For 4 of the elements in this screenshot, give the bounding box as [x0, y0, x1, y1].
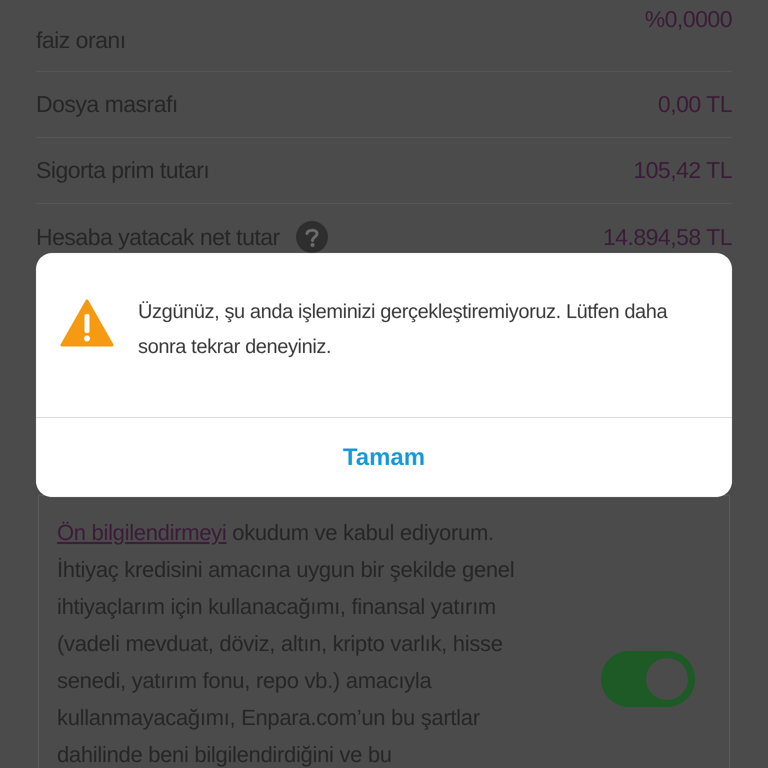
help-icon[interactable] — [296, 221, 328, 253]
error-message: Üzgünüz, şu anda işleminizi gerçekleştiremiyoruz. Lütfen daha sonra tekrar deneyiniz. — [138, 300, 668, 360]
warning-icon — [60, 299, 114, 347]
ok-button[interactable]: Tamam — [36, 417, 732, 497]
